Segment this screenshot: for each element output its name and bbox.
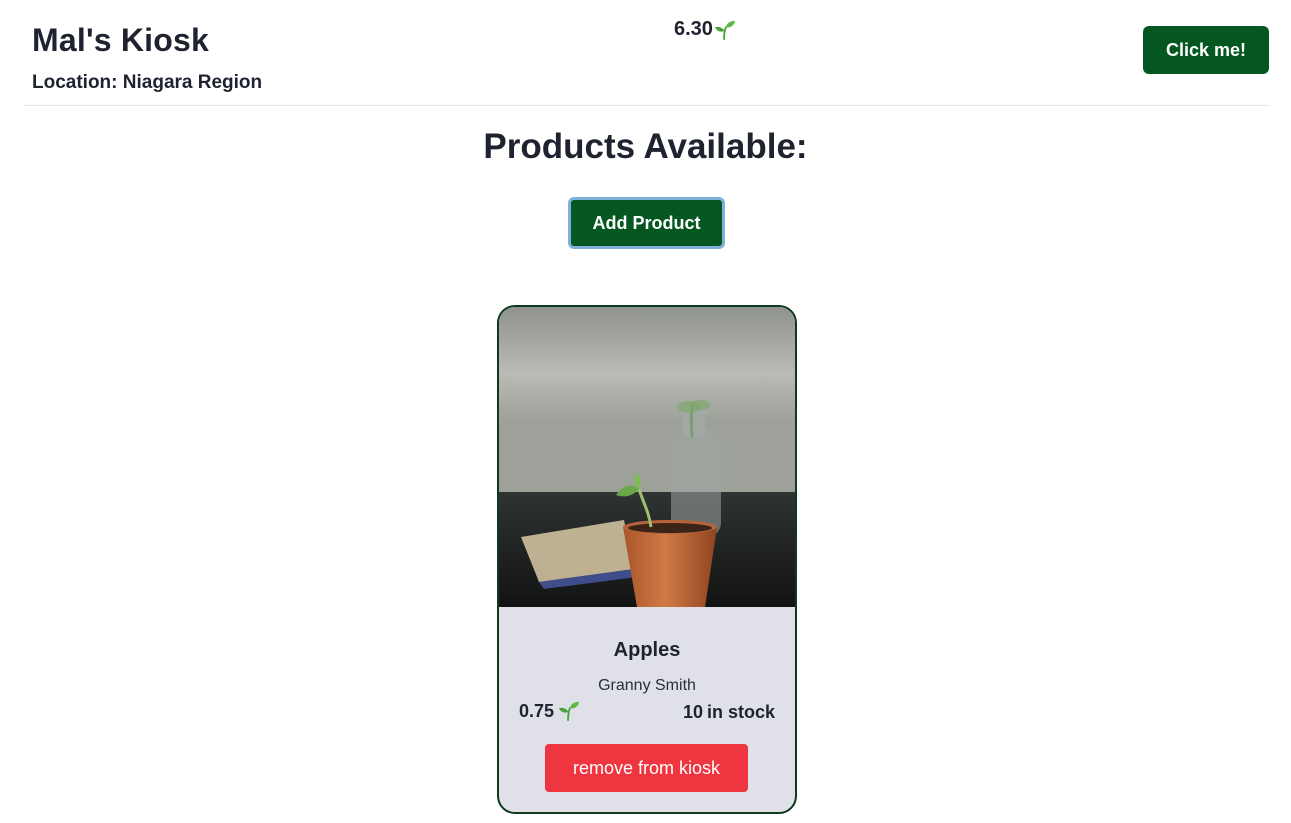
click-me-button[interactable]: Click me! — [1143, 26, 1269, 74]
sprout-icon — [714, 20, 736, 40]
stock-suffix: in stock — [706, 702, 775, 722]
products-heading: Products Available: — [483, 127, 808, 166]
product-image — [499, 307, 795, 607]
remove-from-kiosk-button[interactable]: remove from kiosk — [545, 744, 748, 792]
add-product-button[interactable]: Add Product — [568, 197, 725, 249]
kiosk-name: Mal's Kiosk — [32, 22, 209, 58]
product-name: Apples — [613, 639, 681, 661]
product-price: 0.75 — [519, 700, 580, 722]
kiosk-header: Mal's Kiosk Location: Niagara Region 6.3… — [24, 0, 1269, 106]
balance-display: 6.30 — [674, 18, 736, 41]
sprout-icon — [558, 701, 580, 722]
stock-count: 10 in stock — [679, 702, 775, 723]
price-value: 0.75 — [519, 700, 555, 721]
balance-value: 6.30 — [674, 18, 713, 40]
stock-number: 10 — [682, 702, 703, 722]
product-card: Apples Granny Smith 0.75 10 in stock remo… — [497, 305, 797, 814]
product-variety: Granny Smith — [598, 677, 696, 694]
kiosk-location: Location: Niagara Region — [32, 72, 263, 93]
